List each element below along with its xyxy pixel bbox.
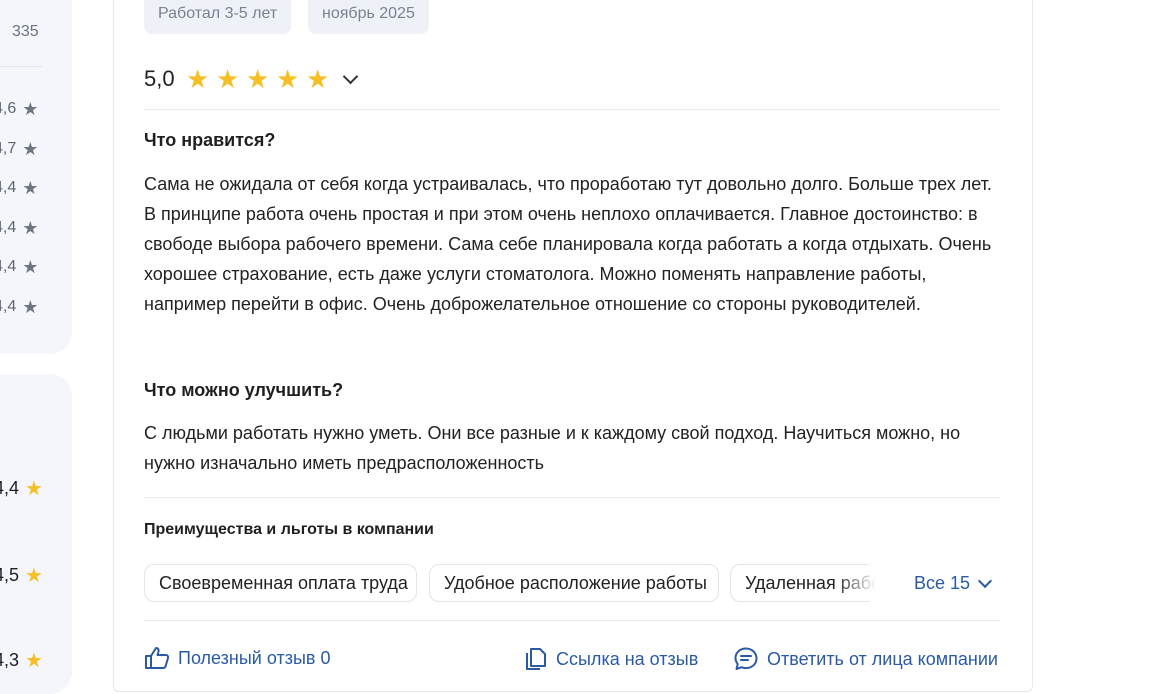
chat-bubble-icon bbox=[734, 647, 758, 670]
rating-value: 4,7 bbox=[0, 140, 17, 157]
star-icon: ★ bbox=[305, 64, 330, 94]
star-icon: ★ bbox=[22, 99, 39, 119]
benefit-chip[interactable]: Удобное расположение работы bbox=[429, 564, 719, 602]
helpful-label: Полезный отзыв 0 bbox=[178, 647, 331, 668]
divider bbox=[0, 66, 42, 67]
sidebar-rating-row: 4,4 ★ bbox=[0, 298, 38, 316]
copy-link-label: Ссылка на отзыв bbox=[556, 648, 699, 669]
sidebar-rating-row: 4,4 ★ bbox=[0, 219, 38, 237]
star-icon: ★ bbox=[25, 477, 43, 500]
reviews-count: 335 bbox=[12, 23, 39, 40]
rating-value: 4,4 bbox=[0, 478, 20, 498]
experience-tag: Работал 3-5 лет bbox=[144, 0, 292, 34]
star-icon: ★ bbox=[22, 297, 39, 317]
sidebar-rating-row: 4,4 ★ bbox=[0, 258, 38, 276]
ratings-sidebar-card-2 bbox=[0, 374, 72, 694]
show-all-benefits-button[interactable]: Все 15 bbox=[914, 573, 993, 594]
chip-fade bbox=[836, 565, 876, 601]
rating-value: 4,4 bbox=[0, 298, 17, 315]
star-icon: ★ bbox=[22, 178, 39, 198]
benefit-chip[interactable]: Своевременная оплата труда bbox=[144, 564, 417, 602]
rating-value: 4,4 bbox=[0, 179, 17, 196]
show-all-label: Все 15 bbox=[914, 573, 971, 593]
reply-label: Ответить от лица компании bbox=[767, 648, 998, 669]
benefits-heading: Преимущества и льготы в компании bbox=[144, 521, 434, 538]
star-icon: ★ bbox=[22, 218, 39, 238]
star-icon: ★ bbox=[275, 64, 300, 94]
star-icon: ★ bbox=[245, 64, 270, 94]
improve-text: С людьми работать нужно уметь. Они все р… bbox=[144, 423, 961, 473]
sidebar-rating-row: 4,6 ★ bbox=[0, 100, 38, 118]
copy-link-button[interactable]: Ссылка на отзыв bbox=[522, 646, 698, 672]
sidebar-rating-row: 4,4 ★ bbox=[0, 179, 38, 197]
thumbs-up-icon bbox=[145, 647, 170, 669]
score-value: 5,0 bbox=[144, 66, 175, 91]
rating-value: 4,5 bbox=[0, 565, 20, 585]
rating-value: 4,4 bbox=[0, 219, 17, 236]
copy-icon bbox=[526, 648, 546, 670]
star-icon: ★ bbox=[215, 64, 240, 94]
sidebar-rating-row: 4,4★ bbox=[0, 478, 43, 499]
divider bbox=[144, 620, 1000, 621]
rating-value: 4,6 bbox=[0, 100, 17, 117]
likes-heading: Что нравится? bbox=[144, 130, 276, 150]
sidebar-rating-row: 4,7 ★ bbox=[0, 140, 38, 158]
date-tag: ноябрь 2025 bbox=[308, 0, 429, 34]
chevron-down-icon[interactable] bbox=[342, 68, 358, 84]
helpful-button[interactable]: Полезный отзыв 0 bbox=[144, 646, 330, 670]
review-score: 5,0 ★ ★ ★ ★ ★ bbox=[144, 64, 358, 94]
divider bbox=[144, 497, 1000, 498]
chevron-down-icon bbox=[977, 573, 993, 589]
likes-text: Сама не ожидала от себя когда устраивала… bbox=[144, 174, 992, 314]
reply-as-company-button[interactable]: Ответить от лица компании bbox=[733, 646, 998, 672]
star-icon: ★ bbox=[185, 64, 210, 94]
star-icon: ★ bbox=[22, 257, 39, 277]
star-icon: ★ bbox=[22, 139, 39, 159]
rating-value: 4,4 bbox=[0, 258, 17, 275]
divider bbox=[144, 109, 1000, 110]
star-icon: ★ bbox=[25, 564, 43, 587]
improve-heading: Что можно улучшить? bbox=[144, 380, 344, 400]
sidebar-rating-row: 4,5★ bbox=[0, 565, 43, 586]
